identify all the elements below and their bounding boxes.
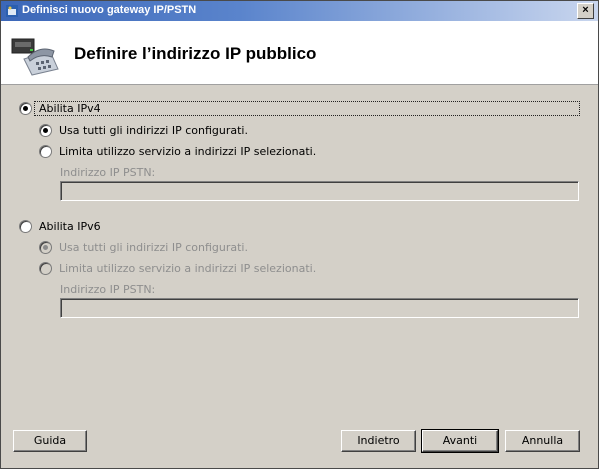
ipv4-limit-label: Limita utilizzo servizio a indirizzi IP … xyxy=(59,144,317,158)
radio-indicator[interactable] xyxy=(39,240,52,254)
cancel-button[interactable]: Annulla xyxy=(505,430,580,452)
close-button[interactable]: × xyxy=(577,3,594,19)
dialog-window: Definisci nuovo gateway IP/PSTN × Defini… xyxy=(0,0,599,469)
focus-rectangle xyxy=(34,101,580,116)
enable-ipv4-label: Abilita IPv4 xyxy=(39,101,101,115)
radio-indicator[interactable] xyxy=(39,261,52,275)
ipv6-use-all-label: Usa tutti gli indirizzi IP configurati. xyxy=(59,240,248,254)
radio-indicator[interactable] xyxy=(19,101,32,115)
ipv6-use-all-radio[interactable]: Usa tutti gli indirizzi IP configurati. xyxy=(39,239,248,255)
ipv4-pstn-ip-label: Indirizzo IP PSTN: xyxy=(60,166,156,179)
back-button[interactable]: Indietro xyxy=(341,430,416,452)
page-title: Definire l’indirizzo IP pubblico xyxy=(74,44,317,63)
radio-indicator[interactable] xyxy=(39,123,52,137)
ipv6-limit-label: Limita utilizzo servizio a indirizzi IP … xyxy=(59,261,317,275)
radio-indicator[interactable] xyxy=(19,219,32,233)
ipv6-limit-radio[interactable]: Limita utilizzo servizio a indirizzi IP … xyxy=(39,260,316,276)
gateway-phone-icon xyxy=(11,38,59,76)
help-button[interactable]: Guida xyxy=(13,430,87,452)
ipv4-pstn-ip-input[interactable] xyxy=(60,181,579,201)
ipv4-use-all-label: Usa tutti gli indirizzi IP configurati. xyxy=(59,123,248,137)
ipv4-limit-radio[interactable]: Limita utilizzo servizio a indirizzi IP … xyxy=(39,143,316,159)
enable-ipv6-radio[interactable]: Abilita IPv6 xyxy=(19,218,101,234)
title-bar[interactable]: Definisci nuovo gateway IP/PSTN × xyxy=(1,1,598,21)
ipv4-use-all-radio[interactable]: Usa tutti gli indirizzi IP configurati. xyxy=(39,122,248,138)
enable-ipv6-label: Abilita IPv6 xyxy=(39,219,101,233)
wizard-header: Definire l’indirizzo IP pubblico xyxy=(1,21,598,85)
ipv6-pstn-ip-input[interactable] xyxy=(60,298,579,318)
ipv6-pstn-ip-label: Indirizzo IP PSTN: xyxy=(60,283,156,296)
enable-ipv4-radio[interactable]: Abilita IPv4 xyxy=(19,100,101,116)
app-icon xyxy=(6,5,18,17)
window-title: Definisci nuovo gateway IP/PSTN xyxy=(22,4,197,16)
next-button[interactable]: Avanti xyxy=(421,429,499,453)
radio-indicator[interactable] xyxy=(39,144,52,158)
